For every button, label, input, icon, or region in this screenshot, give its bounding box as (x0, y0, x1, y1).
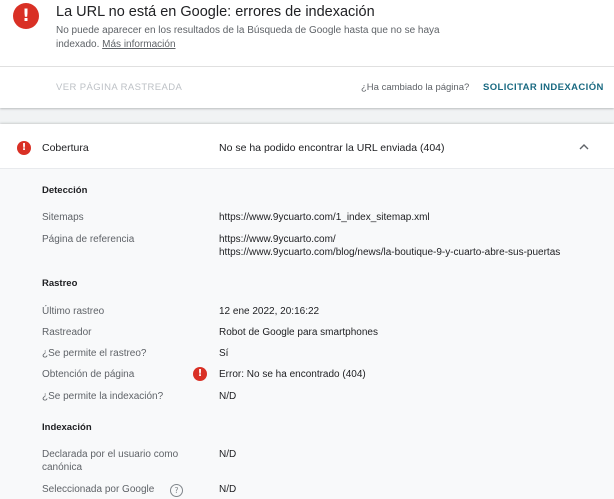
user-canonical-value: N/D (219, 449, 237, 460)
error-icon: ! (13, 3, 39, 29)
last-crawl-label: Último rastreo (42, 306, 105, 317)
coverage-value[interactable]: No se ha podido encontrar la URL enviada… (219, 142, 445, 154)
indexing-allowed-value: N/D (219, 391, 237, 402)
google-canonical-label: Seleccionada por Google (42, 484, 155, 495)
referrer-value-2: https://www.9ycuarto.com/blog/news/la-bo… (219, 247, 561, 258)
crawl-allowed-label: ¿Se permite el rastreo? (42, 348, 147, 359)
sitemap-label: Sitemaps (42, 212, 84, 223)
request-indexing-button[interactable]: SOLICITAR INDEXACIÓN (483, 82, 604, 93)
chevron-up-icon[interactable] (577, 140, 591, 154)
help-icon[interactable]: ? (170, 484, 183, 497)
section-heading-indexing: Indexación (42, 422, 92, 433)
user-canonical-label: Declarada por el usuario como canónica (42, 449, 179, 473)
page-changed-question: ¿Ha cambiado la página? (361, 82, 470, 93)
view-crawled-page-button[interactable]: VER PÁGINA RASTREADA (56, 82, 182, 93)
referrer-label: Página de referencia (42, 234, 135, 245)
sitemap-value: https://www.9ycuarto.com/1_index_sitemap… (219, 212, 430, 223)
coverage-label[interactable]: Cobertura (42, 142, 89, 154)
section-heading-detection: Detección (42, 185, 88, 196)
crawler-value: Robot de Google para smartphones (219, 327, 378, 338)
section-heading-crawl: Rastreo (42, 278, 78, 289)
google-canonical-value: N/D (219, 484, 237, 495)
crawler-label: Rastreador (42, 327, 92, 338)
card-divider (0, 66, 614, 67)
page-fetch-error-icon: ! (193, 367, 207, 381)
crawl-allowed-value: Sí (219, 348, 229, 359)
more-info-link[interactable]: Más información (102, 39, 175, 50)
last-crawl-value: 12 ene 2022, 20:16:22 (219, 306, 320, 317)
referrer-value-1: https://www.9ycuarto.com/ (219, 234, 336, 245)
indexing-allowed-label: ¿Se permite la indexación? (42, 391, 164, 402)
page-fetch-label: Obtención de página (42, 369, 135, 380)
status-card: ! La URL no está en Google: errores de i… (0, 0, 614, 108)
status-description: No puede aparecer en los resultados de l… (56, 24, 456, 52)
page-fetch-value: Error: No se ha encontrado (404) (219, 369, 366, 380)
coverage-error-icon: ! (17, 141, 31, 155)
page-title: La URL no está en Google: errores de ind… (56, 4, 375, 20)
